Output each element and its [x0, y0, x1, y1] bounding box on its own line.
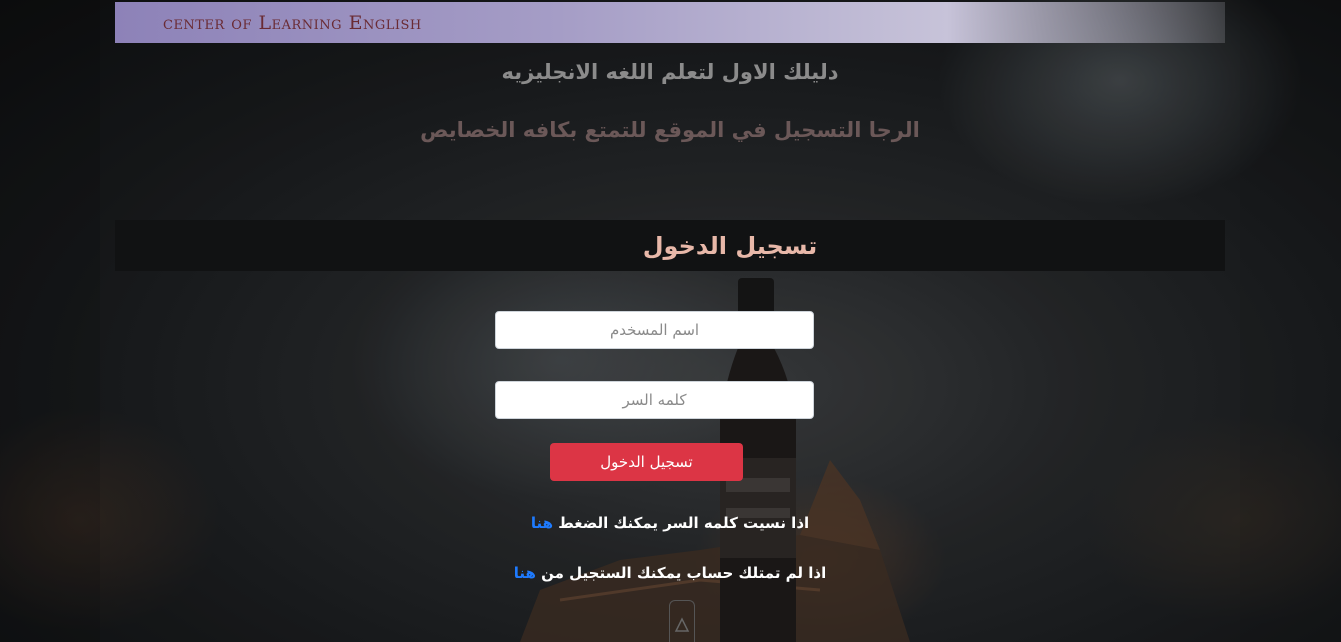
login-button[interactable]: تسجيل الدخول	[550, 443, 743, 481]
signup-link[interactable]: هنا	[514, 564, 536, 582]
hero-subtitle: الرجا التسجيل في الموقع للتمتع بكافه الخ…	[420, 118, 920, 142]
left-margin	[0, 0, 100, 642]
right-margin	[1240, 0, 1341, 642]
forgot-password-link[interactable]: هنا	[531, 514, 553, 532]
forgot-password-text: اذا نسيت كلمه السر يمكنك الضغط	[558, 514, 810, 532]
username-input[interactable]	[495, 311, 814, 349]
hero-title: دليلك الاول لتعلم اللغه الانجليزيه	[501, 60, 839, 84]
login-heading: تسجيل الدخول	[642, 231, 818, 260]
password-input[interactable]	[495, 381, 814, 419]
brand-title[interactable]: center of Learning English	[163, 12, 422, 34]
top-header-bar: center of Learning English	[115, 2, 1225, 43]
signup-note: اذا لم تمتلك حساب يمكنك الستجيل من هنا	[400, 564, 940, 582]
scroll-up-icon[interactable]	[669, 600, 695, 642]
signup-text: اذا لم تمتلك حساب يمكنك الستجيل من	[541, 564, 827, 582]
forgot-password-note: اذا نسيت كلمه السر يمكنك الضغط هنا	[400, 514, 940, 532]
login-heading-bar: تسجيل الدخول	[115, 220, 1225, 271]
